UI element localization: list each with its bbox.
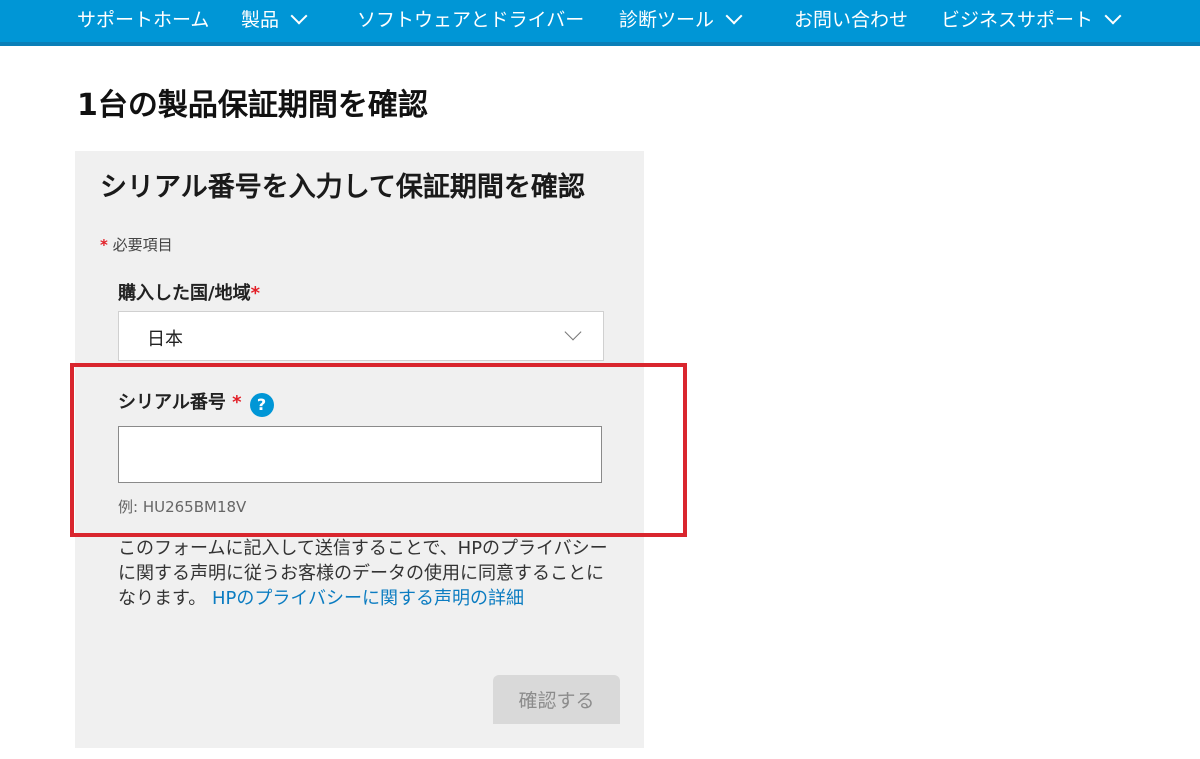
chevron-down-icon [564,323,582,341]
required-note-text: 必要項目 [112,236,173,254]
nav-item-label: 製品 [241,9,280,31]
nav-item-label: サポートホーム [77,9,210,31]
top-navigation-bar: サポートホーム 製品 ソフトウェアとドライバー 診断ツール お問い合わせ ビジネ… [0,0,1200,46]
required-asterisk: * [250,283,260,304]
country-label: 購入した国/地域* [118,279,260,305]
nav-item-label: 診断ツール [619,9,715,31]
nav-item-label: お問い合わせ [794,9,909,31]
country-label-text: 購入した国/地域 [118,283,251,304]
chevron-down-icon [1104,7,1122,25]
nav-item-contact[interactable]: お問い合わせ [794,0,908,40]
confirm-button[interactable]: 確認する [493,675,620,724]
serial-number-label-text: シリアル番号 [118,392,226,413]
nav-item-label: ビジネスサポート [941,9,1094,31]
serial-number-example: 例: HU265BM18V [118,498,247,516]
nav-item-label: ソフトウェアとドライバー [357,9,585,31]
nav-item-diagnostics[interactable]: 診断ツール [619,0,743,40]
country-select[interactable]: 日本 [118,311,604,361]
required-asterisk: * [232,392,242,413]
required-asterisk: * [100,236,108,254]
required-note: * 必要項目 [100,234,173,255]
chevron-down-icon [290,7,308,25]
serial-number-label: シリアル番号 *? [118,388,274,417]
nav-item-support-home[interactable]: サポートホーム [77,0,209,40]
nav-item-products[interactable]: 製品 [241,0,308,40]
country-select-value: 日本 [147,329,183,350]
page-title: 1台の製品保証期間を確認 [77,88,428,123]
form-title: シリアル番号を入力して保証期間を確認 [100,172,585,203]
chevron-down-icon [725,7,743,25]
help-icon[interactable]: ? [249,393,274,417]
nav-item-business-support[interactable]: ビジネスサポート [941,0,1122,40]
nav-underline [0,42,1200,46]
privacy-consent-text: このフォームに記入して送信することで、HPのプライバシーに関する声明に従うお客様… [118,536,608,611]
nav-item-software-drivers[interactable]: ソフトウェアとドライバー [357,0,584,40]
privacy-statement-link[interactable]: HPのプライバシーに関する声明の詳細 [212,588,524,609]
warranty-check-form: シリアル番号を入力して保証期間を確認 * 必要項目 購入した国/地域* 日本 シ… [75,151,644,748]
serial-number-input[interactable] [118,426,602,483]
